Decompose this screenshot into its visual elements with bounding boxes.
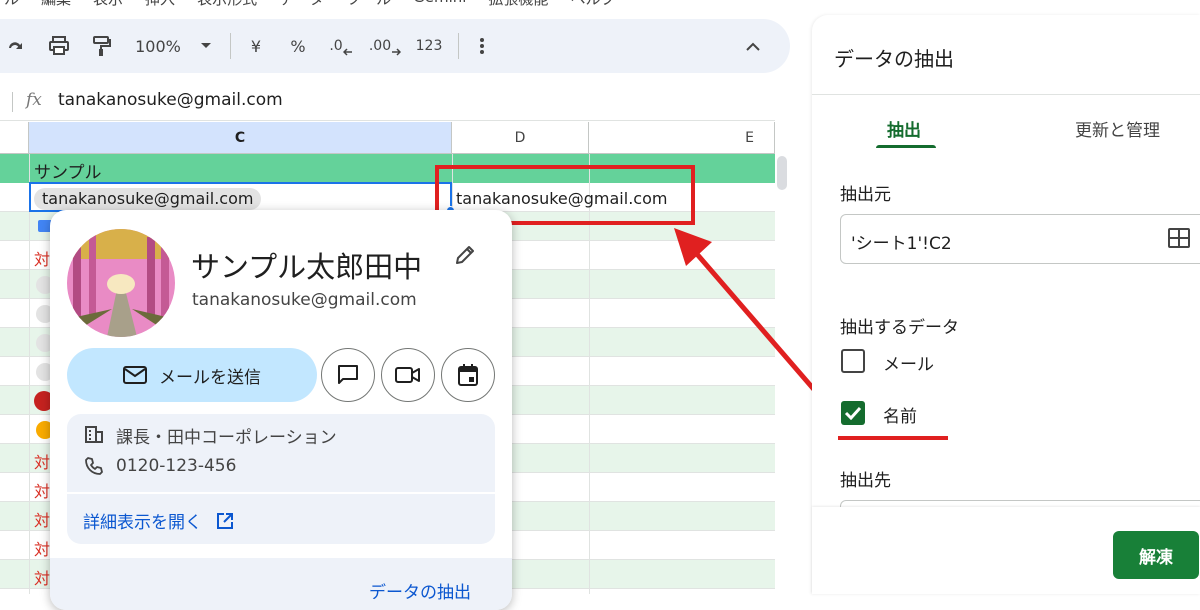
- chat-icon: [338, 365, 358, 384]
- increase-decimal-button[interactable]: .00: [368, 19, 402, 73]
- menu-item-insert[interactable]: 挿入: [145, 0, 175, 10]
- decrease-decimal-button[interactable]: .0: [326, 19, 356, 73]
- tab-extract[interactable]: 抽出: [887, 116, 921, 141]
- edit-icon[interactable]: [454, 244, 476, 270]
- contact-card: サンプル太郎田中 tanakanosuke@gmail.com メールを送信 課…: [50, 210, 512, 610]
- menu-item-tools[interactable]: ツール: [346, 0, 391, 10]
- redo-icon[interactable]: [4, 19, 28, 73]
- column-header-d[interactable]: D: [452, 122, 589, 154]
- unfreeze-button[interactable]: 解凍: [1113, 531, 1199, 579]
- menu-item-extensions[interactable]: 拡張機能: [488, 0, 548, 10]
- menu-item-file[interactable]: ル: [4, 0, 19, 10]
- mail-checkbox[interactable]: [841, 349, 865, 373]
- row-text: 対: [34, 482, 51, 501]
- send-mail-label: メールを送信: [159, 367, 261, 388]
- mail-option-label: メール: [883, 355, 934, 375]
- increase-decimal-label: .00: [368, 38, 392, 54]
- check-icon: [844, 406, 862, 420]
- row-text: 対: [34, 453, 51, 472]
- data-to-extract-label: 抽出するデータ: [840, 318, 959, 338]
- grid-line: [29, 154, 30, 594]
- contact-email: tanakanosuke@gmail.com: [192, 290, 417, 310]
- tab-refresh-manage[interactable]: 更新と管理: [1075, 116, 1160, 141]
- column-header-blank: [0, 122, 29, 154]
- currency-format-button[interactable]: ¥: [244, 19, 268, 73]
- scrollbar-thumb[interactable]: [777, 156, 787, 190]
- contact-phone: 0120-123-456: [116, 456, 237, 476]
- contact-name: サンプル太郎田中: [191, 250, 423, 284]
- fx-icon: fx: [26, 90, 42, 110]
- menu-bar: ル 編集 表示 挿入 表示形式 データ ツール Gemini 拡張機能 ヘルプ: [0, 0, 615, 10]
- menu-item-gemini[interactable]: Gemini: [413, 0, 466, 10]
- chevron-up-icon[interactable]: [740, 19, 766, 73]
- video-camera-icon: [395, 367, 420, 383]
- row-text: 対: [34, 569, 51, 588]
- name-checkbox[interactable]: [841, 401, 865, 425]
- menu-item-help[interactable]: ヘルプ: [570, 0, 615, 10]
- print-icon[interactable]: [44, 19, 74, 73]
- column-header-e[interactable]: E: [589, 122, 775, 154]
- contact-title: 課長・田中コーポレーション: [116, 428, 337, 448]
- row-text: 対: [34, 250, 51, 269]
- highlight-underline: [838, 436, 948, 440]
- extract-data-link[interactable]: データの抽出: [369, 578, 471, 603]
- toolbar: 100% ¥ % .0 .00 123: [0, 19, 790, 73]
- menu-item-view[interactable]: 表示: [93, 0, 123, 10]
- toolbar-divider: [230, 33, 231, 59]
- video-call-button[interactable]: [381, 348, 435, 402]
- column-header-c[interactable]: C: [29, 122, 452, 154]
- open-in-new-icon: [217, 512, 233, 529]
- source-label: 抽出元: [840, 185, 891, 205]
- formula-input[interactable]: tanakanosuke@gmail.com: [58, 90, 283, 110]
- menu-item-edit[interactable]: 編集: [41, 0, 71, 10]
- more-vert-icon[interactable]: [470, 19, 494, 73]
- destination-label: 抽出先: [840, 471, 891, 491]
- source-range-value: 'シート1'!C2: [851, 234, 952, 254]
- row-text: 対: [34, 540, 51, 559]
- header-row-text: サンプル: [34, 163, 102, 183]
- send-mail-button[interactable]: メールを送信: [67, 348, 317, 402]
- zoom-select[interactable]: 100%: [128, 19, 188, 73]
- panel-title: データの抽出: [834, 47, 954, 71]
- phone-icon: [84, 456, 104, 480]
- mail-icon: [123, 366, 147, 384]
- open-details-link[interactable]: 詳細表示を開く: [83, 508, 234, 533]
- paint-format-icon[interactable]: [86, 19, 116, 73]
- percent-format-button[interactable]: %: [286, 19, 310, 73]
- tab-indicator: [876, 145, 936, 148]
- building-icon: [84, 424, 104, 448]
- decrease-decimal-label: .0: [329, 38, 343, 54]
- avatar: [67, 229, 175, 337]
- menu-item-format[interactable]: 表示形式: [197, 0, 257, 10]
- chevron-down-icon[interactable]: [196, 19, 216, 73]
- formula-bar-border: [0, 120, 775, 121]
- row-text: 対: [34, 511, 51, 530]
- info-divider: [67, 492, 495, 494]
- name-option-label: 名前: [883, 407, 917, 427]
- calendar-button[interactable]: [441, 348, 495, 402]
- toolbar-divider: [458, 33, 459, 59]
- selected-cell[interactable]: [29, 182, 452, 212]
- chat-button[interactable]: [321, 348, 375, 402]
- formula-bar-divider: [12, 92, 13, 112]
- open-details-label: 詳細表示を開く: [83, 513, 202, 533]
- menu-item-data[interactable]: データ: [279, 0, 324, 10]
- calendar-icon: [458, 364, 478, 386]
- more-formats-button[interactable]: 123: [412, 19, 446, 73]
- select-range-icon[interactable]: [1168, 228, 1190, 252]
- panel-divider: [812, 94, 1200, 95]
